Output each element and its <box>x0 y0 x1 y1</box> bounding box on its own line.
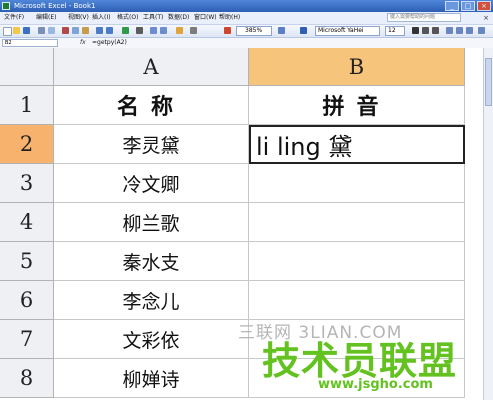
cell-b4[interactable] <box>249 203 465 242</box>
column-header-a[interactable]: A <box>54 48 249 86</box>
cell-a3[interactable]: 冷文卿 <box>54 164 249 203</box>
column-header-b[interactable]: B <box>249 48 465 86</box>
cut-icon[interactable] <box>62 27 69 34</box>
window-controls: _ □ × <box>445 1 491 11</box>
row-header-7[interactable]: 7 <box>0 320 54 359</box>
sort-ascending-icon[interactable] <box>150 27 157 34</box>
underline-icon[interactable] <box>432 27 439 34</box>
menu-bar: 文件(F) 编辑(E) 视图(V) 插入(I) 格式(O) 工具(T) 数据(D… <box>0 12 493 25</box>
row-header-5[interactable]: 5 <box>0 242 54 281</box>
menu-tools[interactable]: 工具(T) <box>143 12 163 24</box>
chart-wizard-icon[interactable] <box>176 27 183 34</box>
minimize-icon[interactable]: _ <box>445 1 459 11</box>
bold-icon[interactable] <box>412 27 419 34</box>
print-icon[interactable] <box>38 27 45 34</box>
title-bar: Microsoft Excel - Book1 _ □ × <box>0 0 493 12</box>
cell-a2[interactable]: 李灵黛 <box>54 125 249 164</box>
merge-center-icon[interactable] <box>478 27 485 34</box>
row-header-3[interactable]: 3 <box>0 164 54 203</box>
vertical-scrollbar[interactable] <box>483 48 493 400</box>
standard-toolbar: 385% Microsoft YaHei 12 <box>0 25 493 38</box>
italic-icon[interactable] <box>422 27 429 34</box>
cell-b6[interactable] <box>249 281 465 320</box>
cell-a5[interactable]: 秦水支 <box>54 242 249 281</box>
zoom-icon[interactable] <box>224 27 231 34</box>
help-icon[interactable] <box>278 27 285 34</box>
autosum-icon[interactable] <box>136 27 143 34</box>
cell-a6[interactable]: 李念儿 <box>54 281 249 320</box>
align-center-icon[interactable] <box>456 27 463 34</box>
redo-icon[interactable] <box>106 27 113 34</box>
font-size-select[interactable]: 12 <box>385 26 405 36</box>
row-header-1[interactable]: 1 <box>0 86 54 125</box>
scrollbar-thumb[interactable] <box>485 58 492 106</box>
open-icon[interactable] <box>13 27 20 34</box>
help-search-box[interactable]: 键入需要帮助的问题 <box>387 13 461 22</box>
cell-b1[interactable]: 拼音 <box>249 86 465 125</box>
paste-icon[interactable] <box>82 27 89 34</box>
watermark-url: www.jsgho.com <box>318 377 433 392</box>
cell-b5[interactable] <box>249 242 465 281</box>
zoom-select[interactable]: 385% <box>236 26 272 36</box>
fx-icon[interactable]: fx <box>80 38 86 48</box>
cell-a1[interactable]: 名称 <box>54 86 249 125</box>
menu-format[interactable]: 格式(O) <box>117 12 138 24</box>
cell-b3[interactable] <box>249 164 465 203</box>
menu-help[interactable]: 帮助(H) <box>219 12 240 24</box>
menu-insert[interactable]: 插入(I) <box>92 12 110 24</box>
undo-icon[interactable] <box>96 27 103 34</box>
name-box[interactable]: B2 <box>2 39 58 47</box>
align-right-icon[interactable] <box>466 27 473 34</box>
save-icon[interactable] <box>23 27 30 34</box>
excel-icon <box>2 2 10 10</box>
cell-a4[interactable]: 柳兰歌 <box>54 203 249 242</box>
font-color-icon[interactable] <box>300 27 307 34</box>
row-header-4[interactable]: 4 <box>0 203 54 242</box>
align-left-icon[interactable] <box>446 27 453 34</box>
menu-data[interactable]: 数据(D) <box>168 12 189 24</box>
select-all-corner[interactable] <box>0 48 54 86</box>
window-title: Microsoft Excel - Book1 <box>14 2 96 10</box>
row-header-8[interactable]: 8 <box>0 359 54 398</box>
font-select[interactable]: Microsoft YaHei <box>315 26 380 36</box>
close-workbook-icon[interactable]: × <box>483 12 489 24</box>
menu-window[interactable]: 窗口(W) <box>194 12 217 24</box>
menu-file[interactable]: 文件(F) <box>4 12 24 24</box>
hyperlink-icon[interactable] <box>122 27 129 34</box>
row-header-2[interactable]: 2 <box>0 125 54 164</box>
drawing-icon[interactable] <box>190 27 197 34</box>
maximize-icon[interactable]: □ <box>461 1 475 11</box>
preview-icon[interactable] <box>48 27 55 34</box>
menu-edit[interactable]: 编辑(E) <box>36 12 56 24</box>
new-icon[interactable] <box>3 27 12 36</box>
cell-a7[interactable]: 文彩依 <box>54 320 249 359</box>
sort-descending-icon[interactable] <box>160 27 167 34</box>
row-header-6[interactable]: 6 <box>0 281 54 320</box>
close-icon[interactable]: × <box>477 1 491 11</box>
copy-icon[interactable] <box>72 27 79 34</box>
cell-a8[interactable]: 柳婵诗 <box>54 359 249 398</box>
formula-input[interactable]: =getpy(A2) <box>92 38 127 48</box>
cell-b2[interactable]: li ling 黛 <box>249 125 465 164</box>
menu-view[interactable]: 视图(V) <box>68 12 89 24</box>
